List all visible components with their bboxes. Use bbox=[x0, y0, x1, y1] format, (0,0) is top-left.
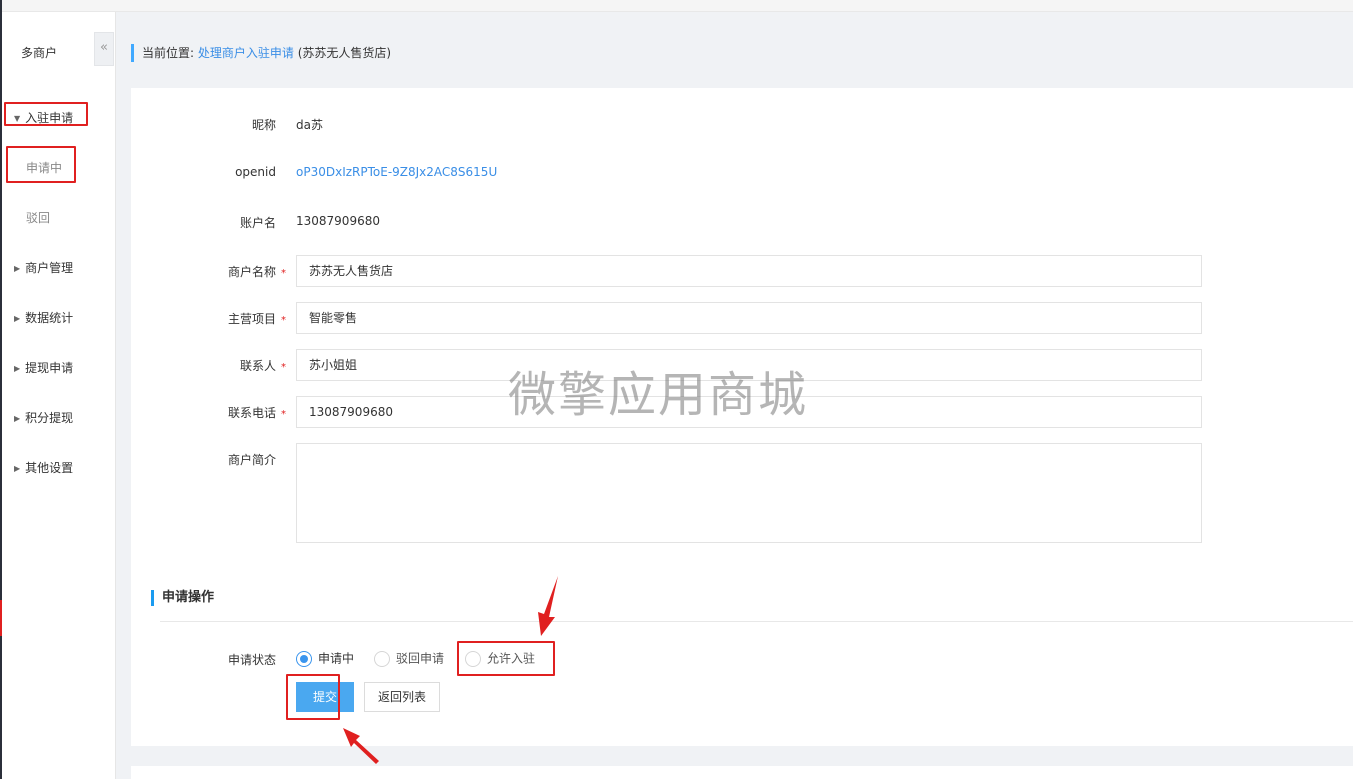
next-card bbox=[131, 766, 1353, 779]
menu-item-label: 积分提现 bbox=[25, 411, 74, 425]
sidebar: 多商户 « ▼ 入驻申请 申请中 驳回 ▶ 商户管理 ▶ 数据统计 ▶ 提现申请 ▶ 积分… bbox=[2, 12, 116, 779]
breadcrumb: 当前位置: 处理商户入驻申请 (苏苏无人售货店) bbox=[131, 44, 391, 62]
openid-label: openid bbox=[235, 165, 276, 179]
main-business-input[interactable]: 智能零售 bbox=[296, 302, 1202, 334]
annotation-box-approve bbox=[457, 641, 555, 676]
watermark: 微擎应用商城 bbox=[508, 367, 809, 423]
radio-checked-icon bbox=[296, 650, 312, 667]
radio-unchecked-icon bbox=[374, 650, 390, 667]
caret-right-icon: ▶ bbox=[14, 464, 21, 473]
collapse-sidebar-icon[interactable]: « bbox=[94, 32, 114, 66]
caret-right-icon: ▶ bbox=[14, 314, 21, 323]
section-divider bbox=[160, 621, 1353, 622]
status-label: 申请状态 bbox=[227, 653, 276, 667]
menu-item-label: 提现申请 bbox=[25, 361, 74, 375]
merchant-name-input[interactable]: 苏苏无人售货店 bbox=[296, 255, 1202, 287]
required-mark: * bbox=[281, 409, 286, 420]
menu-item-label: 其他设置 bbox=[25, 461, 74, 475]
required-mark: * bbox=[281, 362, 286, 373]
radio-label: 驳回申请 bbox=[396, 651, 445, 666]
nickname-label: 昵称 bbox=[251, 118, 276, 132]
merchant-name-label: 商户名称 * bbox=[138, 263, 286, 280]
contact-label: 联系人 * bbox=[138, 357, 286, 374]
annotation-box-submit bbox=[286, 674, 340, 720]
contact-label-text: 联系人 bbox=[239, 359, 276, 373]
merchant-name-label-text: 商户名称 bbox=[227, 265, 276, 279]
menu-item-merchant-management[interactable]: ▶ 商户管理 bbox=[14, 259, 73, 276]
main-business-label: 主营项目 * bbox=[138, 310, 286, 327]
annotation-box-menu bbox=[4, 102, 88, 126]
caret-right-icon: ▶ bbox=[14, 414, 21, 423]
nickname-value: da苏 bbox=[296, 118, 323, 132]
sidebar-title: 多商户 bbox=[21, 46, 58, 60]
back-to-list-button[interactable]: 返回列表 bbox=[364, 682, 440, 712]
breadcrumb-link[interactable]: 处理商户入驻申请 bbox=[198, 46, 294, 60]
submenu-item-rejected[interactable]: 驳回 bbox=[26, 209, 50, 226]
caret-right-icon: ▶ bbox=[14, 364, 21, 373]
operation-section-title: 申请操作 bbox=[151, 590, 214, 606]
menu-item-points-withdraw[interactable]: ▶ 积分提现 bbox=[14, 409, 73, 426]
menu-item-other-settings[interactable]: ▶ 其他设置 bbox=[14, 459, 73, 476]
main-business-label-text: 主营项目 bbox=[227, 312, 276, 326]
top-strip bbox=[0, 0, 1353, 12]
required-mark: * bbox=[281, 315, 286, 326]
radio-reject[interactable]: 驳回申请 bbox=[374, 650, 444, 667]
openid-value[interactable]: oP30DxIzRPToE-9Z8Jx2AC8S615U bbox=[296, 165, 497, 179]
phone-label: 联系电话 * bbox=[138, 404, 286, 421]
caret-right-icon: ▶ bbox=[14, 264, 21, 273]
menu-item-label: 商户管理 bbox=[25, 261, 74, 275]
menu-item-label: 数据统计 bbox=[25, 311, 74, 325]
required-mark: * bbox=[281, 268, 286, 279]
intro-textarea[interactable] bbox=[296, 443, 1202, 543]
breadcrumb-prefix: 当前位置: bbox=[142, 46, 195, 60]
annotation-box-submenu bbox=[6, 146, 76, 183]
menu-item-withdraw-requests[interactable]: ▶ 提现申请 bbox=[14, 359, 73, 376]
radio-pending[interactable]: 申请中 bbox=[296, 650, 354, 667]
intro-label: 商户简介 bbox=[227, 453, 276, 467]
account-label: 账户名 bbox=[239, 216, 276, 230]
phone-label-text: 联系电话 bbox=[227, 406, 276, 420]
menu-item-statistics[interactable]: ▶ 数据统计 bbox=[14, 309, 73, 326]
breadcrumb-suffix: (苏苏无人售货店) bbox=[297, 46, 392, 60]
account-value: 13087909680 bbox=[296, 214, 380, 228]
radio-label: 申请中 bbox=[318, 651, 355, 666]
